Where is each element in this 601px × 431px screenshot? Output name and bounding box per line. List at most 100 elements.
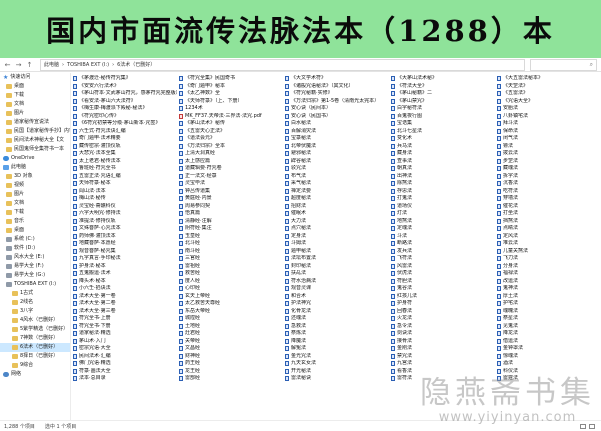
file-item[interactable]: 穿墙法 bbox=[497, 195, 601, 203]
file-item[interactable]: 大力法 bbox=[285, 218, 389, 226]
file-item[interactable]: 沉香法 bbox=[497, 180, 601, 188]
file-item[interactable]: 变化术 bbox=[391, 135, 495, 143]
file-item[interactable]: 宝诰集 bbox=[391, 120, 495, 128]
file-item[interactable]: 镖法 bbox=[497, 143, 601, 151]
file-item[interactable]: 雷部经 bbox=[179, 375, 283, 383]
sidebar-item[interactable]: 道家秘传宣说法 bbox=[0, 118, 70, 127]
file-item[interactable]: 儿童关煞法 bbox=[497, 248, 601, 256]
file-item[interactable]: 安胎法 bbox=[497, 105, 601, 113]
file-item[interactable]: 北斗经 bbox=[179, 240, 283, 248]
file-item[interactable]: 打坐法 bbox=[497, 210, 601, 218]
file-item[interactable]: 度人经 bbox=[179, 278, 283, 286]
file-item[interactable]: 鲁班经·符咒全书 bbox=[73, 165, 177, 173]
file-item[interactable]: 法术大全·第一卷 bbox=[73, 293, 177, 301]
file-item[interactable]: 化骨龙法 bbox=[285, 308, 389, 316]
file-item[interactable]: 查事法 bbox=[391, 158, 495, 166]
file-item[interactable]: 点睛法 bbox=[497, 225, 601, 233]
file-item[interactable]: 科仪法 bbox=[497, 368, 601, 376]
file-item[interactable]: 救苦经 bbox=[179, 270, 283, 278]
file-item[interactable]: 太乙救苦天尊经 bbox=[179, 300, 283, 308]
file-item[interactable]: 1234术 bbox=[179, 105, 283, 113]
sidebar-item[interactable]: 网络 bbox=[0, 370, 70, 379]
file-item[interactable]: 文殊菩萨·心咒法本 bbox=[73, 225, 177, 233]
file-item[interactable]: 道家秘法·精选 bbox=[73, 330, 177, 338]
file-item[interactable]: 三官经 bbox=[179, 255, 283, 263]
file-item[interactable]: 《看安法-茅山六大法符》 bbox=[73, 98, 177, 106]
file-item[interactable]: 玄天上帝经 bbox=[179, 293, 283, 301]
sidebar-item[interactable]: 民间法术神秘大全【文 bbox=[0, 136, 70, 145]
file-item[interactable]: 飞符法 bbox=[391, 255, 495, 263]
file-item[interactable]: 和合术 bbox=[285, 293, 389, 301]
file-item[interactable]: 《奇门遁甲》秘本 bbox=[179, 83, 283, 91]
file-item[interactable]: 步罡法 bbox=[497, 158, 601, 166]
file-item[interactable]: 安心诀（民国书） bbox=[285, 113, 389, 121]
file-item[interactable]: 天师符箓·秘本 bbox=[73, 180, 177, 188]
file-item[interactable]: 禁咒法 bbox=[391, 353, 495, 361]
file-item[interactable]: 闭气法 bbox=[497, 135, 601, 143]
file-item[interactable]: 急令法 bbox=[391, 323, 495, 331]
file-item[interactable]: 道场仪 bbox=[391, 203, 495, 211]
file-item[interactable]: 避邪秘法 bbox=[285, 150, 389, 158]
file-item[interactable]: 梅山法·秘传 bbox=[73, 195, 177, 203]
file-item[interactable]: 改运法 bbox=[497, 278, 601, 286]
file-item[interactable]: 符胆法 bbox=[391, 278, 495, 286]
file-item[interactable]: 《茅山法术》秘传 bbox=[179, 120, 283, 128]
sidebar-item[interactable]: 易学大全 (F:) bbox=[0, 262, 70, 271]
file-item[interactable]: 符咒全书·下册 bbox=[73, 323, 177, 331]
file-item[interactable]: 祭炼法 bbox=[285, 330, 389, 338]
file-item[interactable]: 还魂法 bbox=[285, 315, 389, 323]
file-item[interactable]: 《万法归宗》第1-5卷（清南光太完本） bbox=[285, 98, 389, 106]
file-item[interactable]: 《五雷法》 bbox=[497, 90, 601, 98]
file-item[interactable]: 《咒语大全》 bbox=[497, 98, 601, 106]
file-item[interactable]: 《诸般咒语秘法》（其文化） bbox=[285, 83, 389, 91]
file-item[interactable]: 鬼神法 bbox=[497, 285, 601, 293]
file-item[interactable]: 酒法 bbox=[497, 360, 601, 368]
sidebar-item[interactable]: 下载 bbox=[0, 91, 70, 100]
file-item[interactable]: 文昌经 bbox=[179, 345, 283, 353]
file-item[interactable]: 福禄法 bbox=[497, 270, 601, 278]
file-item[interactable]: 法坛布置法 bbox=[285, 255, 389, 263]
file-item[interactable]: 周易参同契 bbox=[179, 203, 283, 211]
file-item[interactable]: 封印秘法 bbox=[285, 263, 389, 271]
sidebar-item[interactable]: 3D 对象 bbox=[0, 172, 70, 181]
file-item[interactable]: 护宅法 bbox=[497, 300, 601, 308]
file-item[interactable]: 拨云法 bbox=[497, 150, 601, 158]
file-item[interactable]: 正一法文·经箓 bbox=[179, 173, 283, 181]
file-item[interactable]: 解冤法 bbox=[285, 345, 389, 353]
file-item[interactable]: 降魔法 bbox=[285, 338, 389, 346]
sidebar-item[interactable]: 7神数（已删好） bbox=[0, 334, 70, 343]
file-item[interactable]: 《茅山秘籍》二 bbox=[391, 90, 495, 98]
file-item[interactable]: 斗姆法 bbox=[285, 240, 389, 248]
file-item[interactable]: 斗法 bbox=[391, 233, 495, 241]
breadcrumb-folder[interactable]: 6法术（已删好） bbox=[117, 61, 155, 68]
file-item[interactable]: MK_FF37.天帝法·三界法·法咒.pdf bbox=[179, 113, 283, 121]
sidebar-item[interactable]: ★ 快速访问 bbox=[0, 73, 70, 82]
file-item[interactable]: 《大茅山法术秘》 bbox=[391, 75, 495, 83]
file-item[interactable]: 降头术·秘本 bbox=[73, 278, 177, 286]
file-item[interactable]: 钟吕传道集 bbox=[179, 188, 283, 196]
file-item[interactable]: 《符咒秘籍·实修》 bbox=[285, 90, 389, 98]
file-item[interactable]: 观音菩萨·秘咒集 bbox=[73, 248, 177, 256]
sidebar-item[interactable]: 民国鬼师全集符书一本 bbox=[0, 145, 70, 154]
file-item[interactable]: 北斗七星法 bbox=[391, 128, 495, 136]
file-item[interactable]: 定风法 bbox=[497, 233, 601, 241]
sidebar-item[interactable]: 2线名 bbox=[0, 298, 70, 307]
file-item[interactable]: 六字大明咒·修持法 bbox=[73, 210, 177, 218]
sidebar-item[interactable]: 4风水（已删好） bbox=[0, 316, 70, 325]
file-item[interactable]: 《道法会元》 bbox=[179, 135, 283, 143]
file-item[interactable]: 发兵法 bbox=[391, 248, 495, 256]
file-item[interactable]: 灯法 bbox=[391, 210, 495, 218]
file-item[interactable]: 《茅渡迁-秘传符咒集》 bbox=[73, 75, 177, 83]
file-item[interactable]: 《天罡法》 bbox=[497, 83, 601, 91]
address-bar[interactable]: 此电脑 › TOSHIBA EXT (I:) › 6法术（已删好） bbox=[40, 58, 525, 71]
file-item[interactable]: 百鬼夜行图 bbox=[391, 113, 495, 121]
file-item[interactable]: 九字真言·手印秘法 bbox=[73, 255, 177, 263]
sidebar-item[interactable]: 1古式 bbox=[0, 289, 70, 298]
file-item[interactable]: 除煞法 bbox=[391, 180, 495, 188]
file-item[interactable]: 布气法 bbox=[285, 173, 389, 181]
large-icons-view-icon[interactable] bbox=[589, 423, 595, 429]
file-item[interactable]: 出神法 bbox=[391, 173, 495, 181]
file-item[interactable]: 《大五雷法秘本》 bbox=[497, 75, 601, 83]
file-item[interactable]: 魂魄法 bbox=[497, 308, 601, 316]
file-item[interactable]: 祭星法 bbox=[497, 315, 601, 323]
